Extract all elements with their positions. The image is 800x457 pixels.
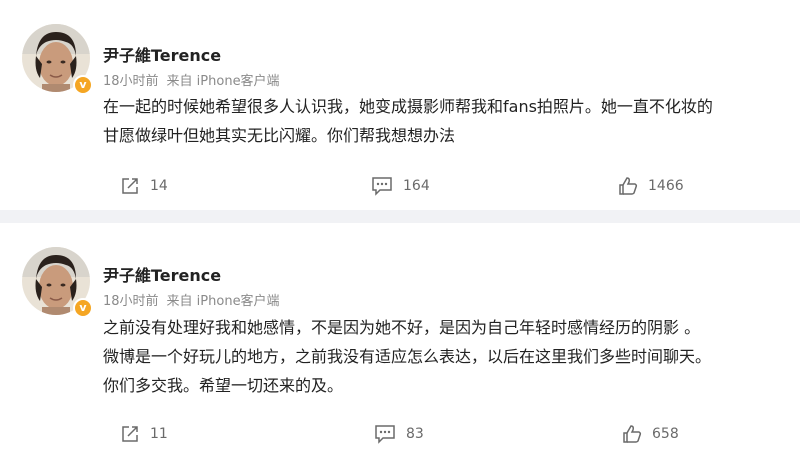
content-line: 之前没有处理好我和她感情，不是因为她不好，是因为自己年轻时感情经历的阴影 。 xyxy=(103,318,701,337)
comment-count: 164 xyxy=(403,178,430,194)
like-icon xyxy=(619,177,638,195)
content-line: 在一起的时候她希望很多人认识我，她变成摄影师帮我和fans拍照片。她一直不化妆的 xyxy=(103,97,713,116)
post-content: 之前没有处理好我和她感情，不是因为她不好，是因为自己年轻时感情经历的阴影 。 微… xyxy=(103,313,783,400)
weibo-post: v 尹子維Terence 18小时前 来自 iPhone客户端 之前没有处理好我和… xyxy=(0,223,800,457)
like-button[interactable]: 658 xyxy=(622,424,679,444)
avatar[interactable]: v xyxy=(22,247,93,318)
post-source: 来自 iPhone客户端 xyxy=(166,294,280,309)
post-source: 来自 iPhone客户端 xyxy=(166,74,280,89)
like-icon xyxy=(623,425,642,443)
repost-button[interactable]: 14 xyxy=(120,176,168,196)
avatar[interactable]: v xyxy=(22,24,93,95)
post-meta: 18小时前 来自 iPhone客户端 xyxy=(103,70,280,89)
comment-button[interactable]: 83 xyxy=(374,424,424,444)
post-time[interactable]: 18小时前 xyxy=(103,74,159,89)
username[interactable]: 尹子維Terence xyxy=(103,42,221,66)
repost-count: 11 xyxy=(150,426,168,442)
username[interactable]: 尹子維Terence xyxy=(103,262,221,286)
comment-button[interactable]: 164 xyxy=(371,176,430,196)
content-line: 你们多交我。希望一切还来的及。 xyxy=(103,376,344,395)
post-content: 在一起的时候她希望很多人认识我，她变成摄影师帮我和fans拍照片。她一直不化妆的… xyxy=(103,92,783,150)
post-time[interactable]: 18小时前 xyxy=(103,294,159,309)
like-count: 1466 xyxy=(648,178,684,194)
content-line: 甘愿做绿叶但她其实无比闪耀。你们帮我想想办法 xyxy=(103,126,456,145)
repost-icon xyxy=(122,178,138,194)
repost-button[interactable]: 11 xyxy=(120,424,168,444)
comment-count: 83 xyxy=(406,426,424,442)
verified-badge-icon: v xyxy=(73,298,93,318)
comment-icon xyxy=(372,177,392,196)
comment-icon xyxy=(375,425,395,444)
repost-count: 14 xyxy=(150,178,168,194)
like-count: 658 xyxy=(652,426,679,442)
like-button[interactable]: 1466 xyxy=(618,176,684,196)
weibo-post: v 尹子維Terence 18小时前 来自 iPhone客户端 在一起的时候她希望… xyxy=(0,0,800,210)
verified-badge-icon: v xyxy=(73,75,93,95)
repost-icon xyxy=(122,426,138,442)
post-meta: 18小时前 来自 iPhone客户端 xyxy=(103,290,280,309)
content-line: 微博是一个好玩儿的地方，之前我没有适应怎么表达，以后在这里我们多些时间聊天。 xyxy=(103,347,712,366)
